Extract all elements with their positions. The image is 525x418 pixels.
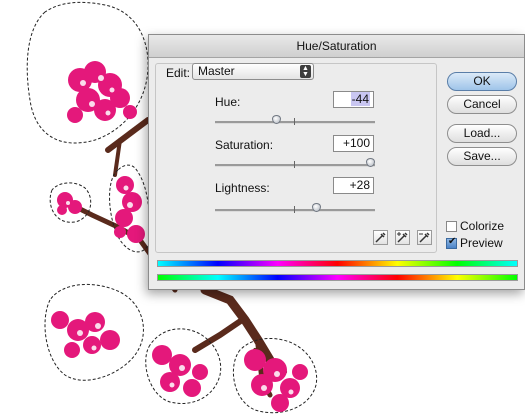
adjustment-group: [155, 63, 437, 253]
lightness-slider-thumb[interactable]: [311, 203, 321, 212]
ok-button[interactable]: OK: [447, 72, 517, 91]
hue-slider-center-tick: [294, 118, 295, 125]
edit-channel-select[interactable]: Master ▲ ▼: [192, 63, 314, 80]
hue-slider-track[interactable]: [215, 115, 375, 125]
hue-label: Hue:: [215, 95, 241, 109]
lightness-slider-center-tick: [294, 206, 295, 213]
lightness-slider-track[interactable]: [215, 203, 375, 213]
hue-slider-thumb[interactable]: [272, 115, 282, 124]
saturation-slider-track[interactable]: [215, 158, 375, 168]
saturation-label: Saturation:: [215, 138, 274, 152]
colorize-checkbox-row[interactable]: Colorize: [446, 219, 504, 233]
checkmark-icon: ✔: [448, 236, 457, 247]
saturation-value: +100: [342, 136, 370, 150]
colorize-checkbox[interactable]: [446, 221, 457, 232]
eyedropper-icon[interactable]: [373, 230, 388, 245]
edit-label: Edit:: [166, 66, 191, 80]
dialog-title[interactable]: Hue/Saturation: [149, 35, 524, 58]
edit-channel-value: Master: [198, 64, 235, 78]
lightness-input[interactable]: +28: [333, 177, 374, 194]
preview-checkbox-row[interactable]: ✔ Preview: [446, 236, 503, 250]
lightness-label: Lightness:: [215, 181, 270, 195]
eyedropper-minus-icon[interactable]: [417, 230, 432, 245]
saturation-input[interactable]: +100: [333, 135, 374, 152]
hue-saturation-dialog: Hue/Saturation Edit: Master ▲ ▼ Hue: -44 …: [148, 34, 525, 290]
preview-checkbox[interactable]: ✔: [446, 236, 457, 249]
lightness-value: +28: [349, 178, 370, 192]
colorize-label: Colorize: [460, 219, 505, 233]
source-hue-spectrum: [157, 260, 518, 267]
saturation-slider-center-tick: [294, 161, 295, 168]
select-arrows-icon: ▲ ▼: [300, 65, 311, 78]
cancel-button[interactable]: Cancel: [447, 95, 517, 114]
preview-label: Preview: [460, 236, 503, 250]
saturation-slider-thumb[interactable]: [366, 158, 375, 167]
load-button[interactable]: Load...: [447, 124, 517, 143]
hue-input[interactable]: -44: [333, 91, 374, 108]
hue-value: -44: [350, 92, 370, 106]
result-hue-spectrum: [157, 274, 518, 281]
eyedropper-plus-icon[interactable]: [395, 230, 410, 245]
save-button[interactable]: Save...: [447, 147, 517, 166]
